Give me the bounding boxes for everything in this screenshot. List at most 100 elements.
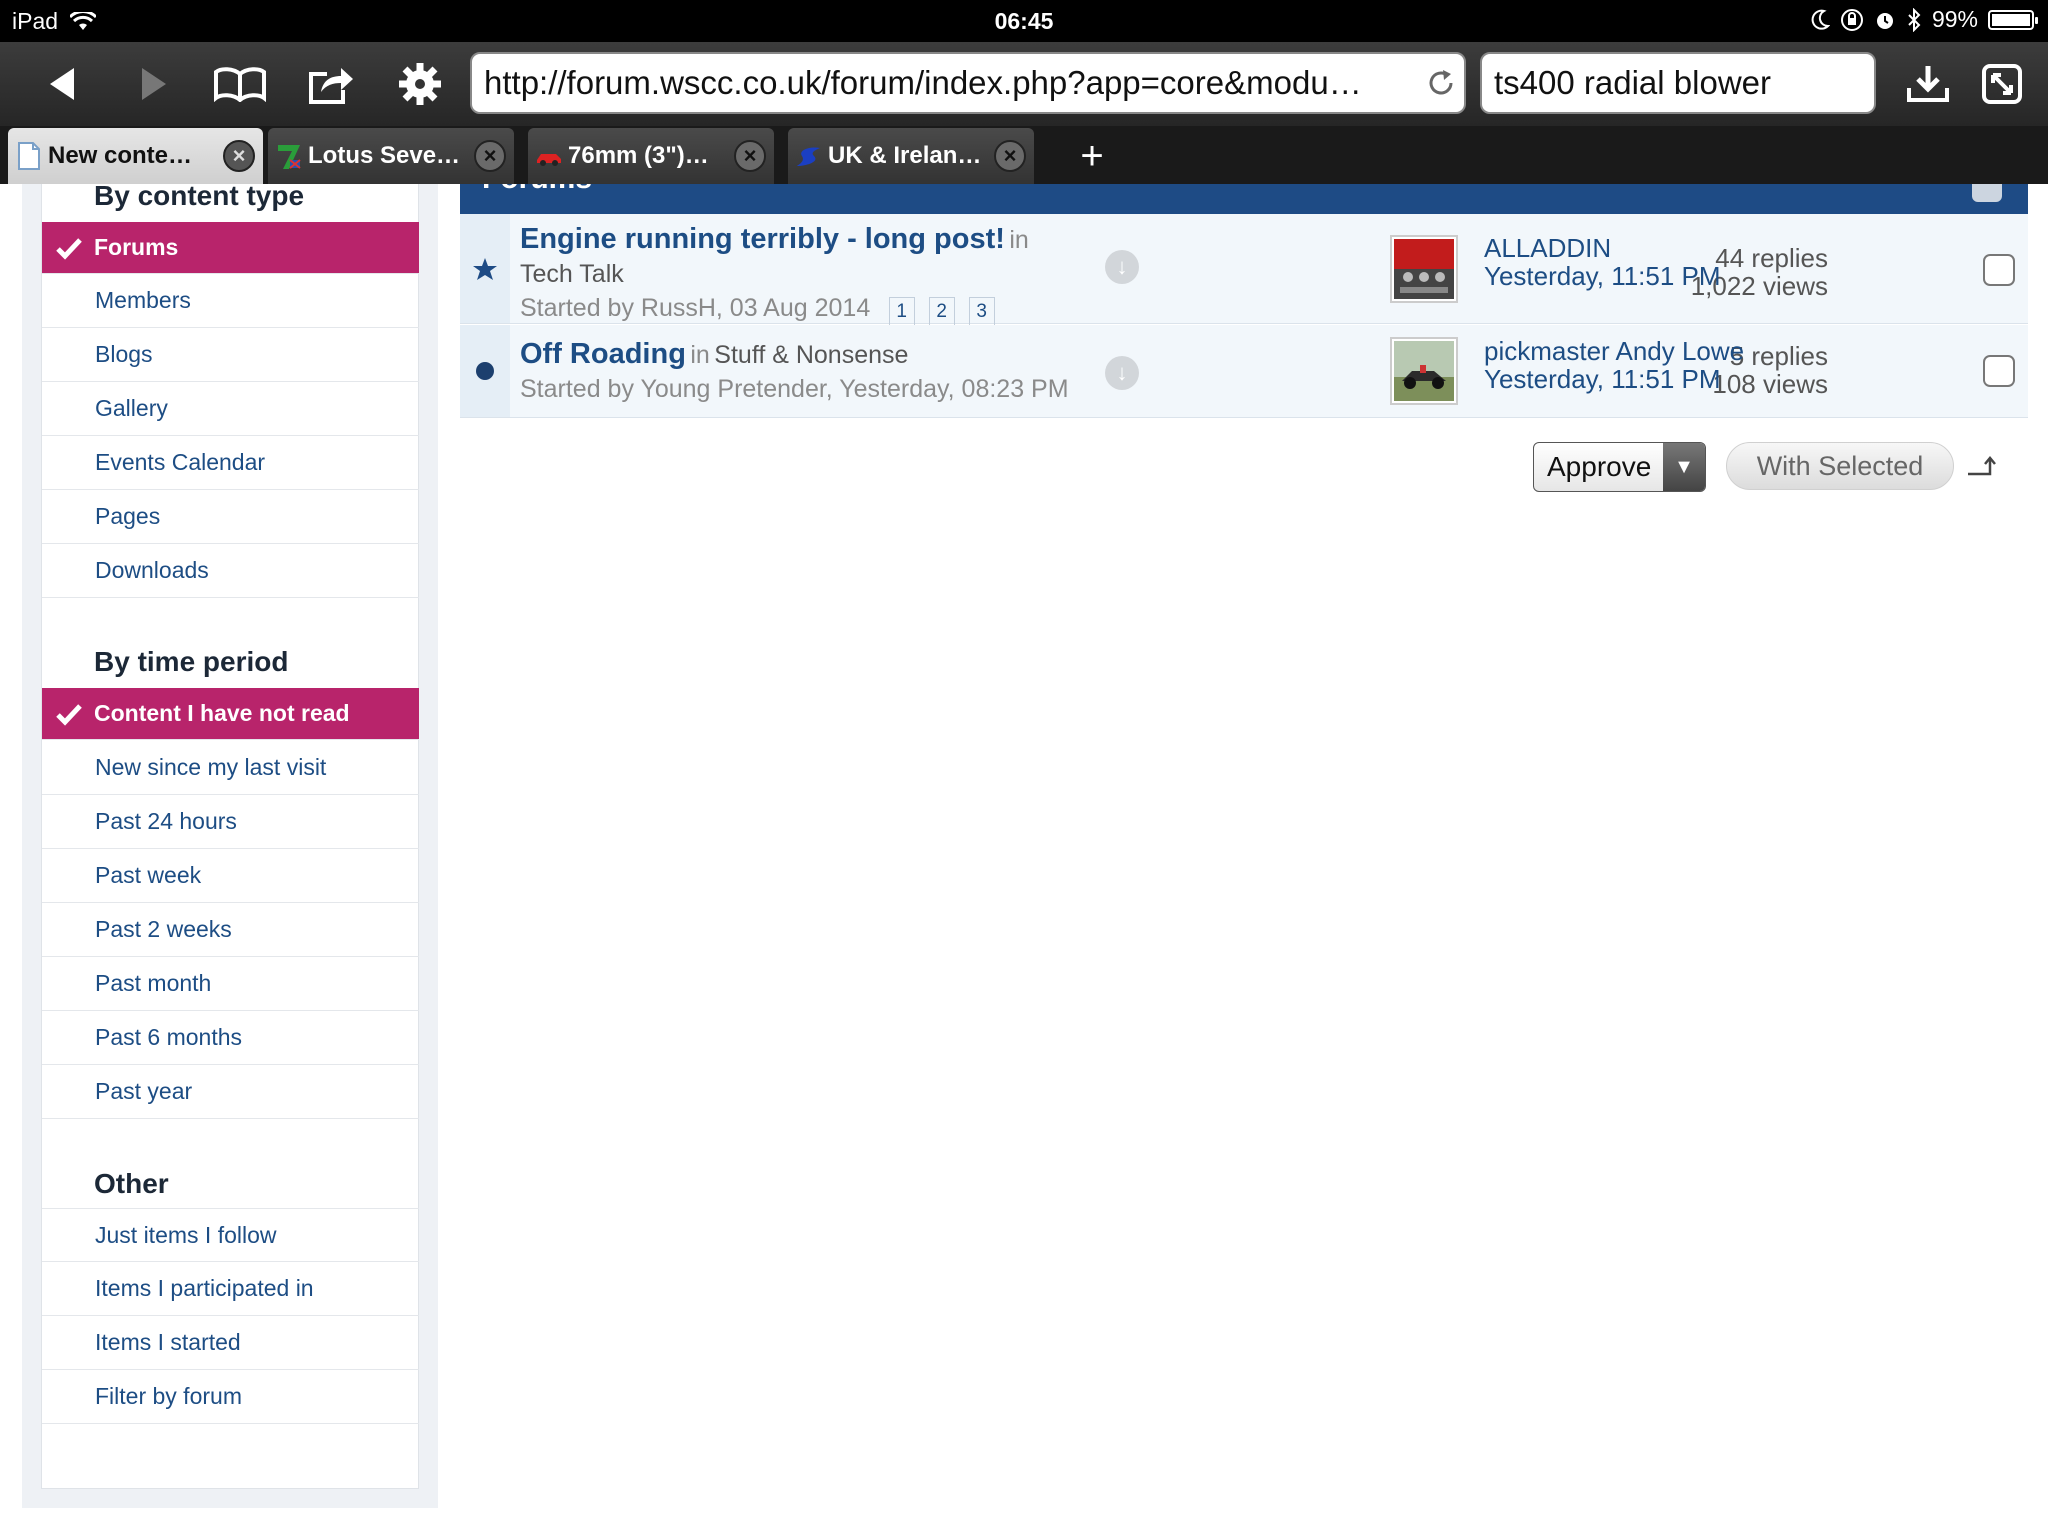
sidebar-item-gallery[interactable]: Gallery (42, 382, 419, 436)
share-button[interactable] (302, 56, 358, 112)
tab-76mm[interactable]: 76mm (3")… × (528, 128, 774, 184)
last-poster-link[interactable]: ALLADDIN (1484, 234, 1721, 262)
topic-title-link[interactable]: Engine running terribly - long post! (520, 223, 1005, 255)
sidebar-item-past-24-hours[interactable]: Past 24 hours (42, 795, 419, 849)
unread-dot-icon[interactable] (474, 360, 496, 382)
sidebar-item-downloads[interactable]: Downloads (42, 544, 419, 598)
arrow-down-icon: ↓ (1116, 360, 1128, 385)
tab-title: New conte… (48, 142, 193, 169)
topic-started-by: Started by Young Pretender, Yesterday, 0… (520, 375, 1069, 403)
sidebar-item-past-year[interactable]: Past year (42, 1065, 419, 1119)
sidebar-item-items-started[interactable]: Items I started (42, 1316, 419, 1370)
red-car-icon (537, 154, 561, 166)
seven-logo-icon (278, 145, 301, 169)
bluetooth-icon (1908, 7, 1921, 32)
sidebar-item-items-participated[interactable]: Items I participated in (42, 1262, 419, 1316)
sidebar-item-label: Past year (95, 1078, 193, 1104)
browser-toolbar: http://forum.wscc.co.uk/forum/index.php?… (0, 42, 2048, 126)
sidebar-item-label: Blogs (95, 341, 153, 367)
sidebar-item-past-6-months[interactable]: Past 6 months (42, 1011, 419, 1065)
sidebar-item-forums[interactable]: Forums (42, 222, 419, 274)
new-tab-button[interactable]: + (1072, 136, 1112, 176)
sidebar-item-blogs[interactable]: Blogs (42, 328, 419, 382)
bookmarks-button[interactable] (212, 56, 268, 112)
page-link[interactable]: 1 (888, 296, 915, 327)
alarm-icon (1876, 12, 1893, 29)
sidebar-item-label: Just items I follow (95, 1221, 277, 1248)
topic-select-checkbox[interactable] (1983, 355, 2015, 387)
sidebar-item-label: Gallery (95, 395, 168, 421)
select-all-checkbox[interactable] (1972, 184, 2002, 202)
sidebar-item-label: Pages (95, 503, 161, 529)
avatar[interactable] (1390, 337, 1458, 405)
with-selected-button[interactable]: With Selected (1726, 442, 1954, 490)
forward-button[interactable] (124, 56, 180, 112)
content-type-heading: By content type (94, 184, 305, 211)
last-post-time[interactable]: Yesterday, 11:51 PM (1484, 365, 1744, 393)
back-arrow-icon (50, 68, 74, 100)
search-field[interactable]: ts400 radial blower (1480, 52, 1876, 114)
url-field[interactable]: http://forum.wscc.co.uk/forum/index.php?… (470, 52, 1466, 114)
topic-select-checkbox[interactable] (1983, 254, 2015, 286)
sidebar-item-past-week[interactable]: Past week (42, 849, 419, 903)
moderation-action-select[interactable]: Approve ▼ (1533, 442, 1706, 492)
close-icon: × (1003, 143, 1017, 168)
tab-close-button[interactable]: × (474, 140, 506, 172)
clock: 06:45 (994, 8, 1054, 34)
tab-close-button[interactable]: × (734, 140, 766, 172)
preview-button[interactable]: ↓ (1105, 250, 1139, 284)
sidebar-item-label: Events Calendar (95, 449, 266, 475)
sidebar-item-past-month[interactable]: Past month (42, 957, 419, 1011)
close-icon: × (483, 143, 497, 168)
book-icon (214, 67, 266, 102)
star-icon[interactable] (472, 256, 498, 282)
sidebar-item-label: New since my last visit (95, 754, 327, 780)
filter-sidebar: By content type Forums Members Blogs Gal… (41, 184, 419, 1489)
back-button[interactable] (36, 56, 92, 112)
topic-status-cell (460, 214, 510, 323)
moon-icon (1811, 9, 1830, 30)
sidebar-item-content-not-read[interactable]: Content I have not read (42, 688, 419, 740)
preview-button[interactable]: ↓ (1105, 356, 1139, 390)
sidebar-item-label: Downloads (95, 557, 209, 583)
sidebar-item-events-calendar[interactable]: Events Calendar (42, 436, 419, 490)
tab-new-content[interactable]: New conte… × (8, 128, 263, 184)
settings-button[interactable] (392, 56, 448, 112)
tab-title: 76mm (3")… (568, 142, 709, 169)
forums-section-header: Forums (460, 184, 2028, 214)
last-post-info: ALLADDIN Yesterday, 11:51 PM (1484, 234, 1721, 290)
sidebar-item-new-since-last-visit[interactable]: New since my last visit (42, 741, 419, 795)
sidebar-item-members[interactable]: Members (42, 274, 419, 328)
sidebar-item-items-i-follow[interactable]: Just items I follow (42, 1208, 419, 1262)
sidebar-item-filter-by-forum[interactable]: Filter by forum (42, 1370, 419, 1424)
downloads-button[interactable] (1900, 56, 1956, 112)
tab-lotus-seven[interactable]: Lotus Seve… × (268, 128, 514, 184)
sidebar-item-label: Forums (94, 234, 179, 260)
other-heading: Other (94, 1168, 169, 1199)
sidebar-item-past-2-weeks[interactable]: Past 2 weeks (42, 903, 419, 957)
sidebar-item-label: Past 24 hours (95, 808, 237, 834)
last-post-time[interactable]: Yesterday, 11:51 PM (1484, 262, 1721, 290)
sidebar-item-label: Items I participated in (95, 1275, 314, 1301)
topic-title-link[interactable]: Off Roading (520, 338, 686, 370)
avatar[interactable] (1390, 235, 1458, 303)
page-link[interactable]: 2 (928, 296, 955, 327)
topic-started-by: Started by RussH, 03 Aug 2014 (520, 294, 871, 322)
forum-link[interactable]: Stuff & Nonsense (714, 341, 908, 369)
tab-uk-ireland[interactable]: UK & Irelan… × (788, 128, 1034, 184)
share-icon (309, 68, 353, 104)
web-page: By content type Forums Members Blogs Gal… (0, 184, 2048, 1536)
last-poster-link[interactable]: pickmaster Andy Lowe (1484, 337, 1744, 365)
sidebar-item-label: Past 6 months (95, 1024, 243, 1050)
reload-button[interactable] (1418, 60, 1464, 106)
tab-title: Lotus Seve… (308, 142, 461, 169)
sidebar-item-label: Past week (95, 862, 202, 888)
sidebar-item-pages[interactable]: Pages (42, 490, 419, 544)
topic-row: Off Roading in Stuff & Nonsense Started … (460, 325, 2028, 418)
section-title: Forums (482, 184, 592, 196)
forum-link[interactable]: Tech Talk (520, 260, 624, 288)
fullscreen-button[interactable] (1974, 56, 2030, 112)
tab-close-button[interactable]: × (994, 140, 1026, 172)
tab-close-button[interactable]: × (223, 140, 255, 172)
page-link[interactable]: 3 (968, 296, 995, 327)
